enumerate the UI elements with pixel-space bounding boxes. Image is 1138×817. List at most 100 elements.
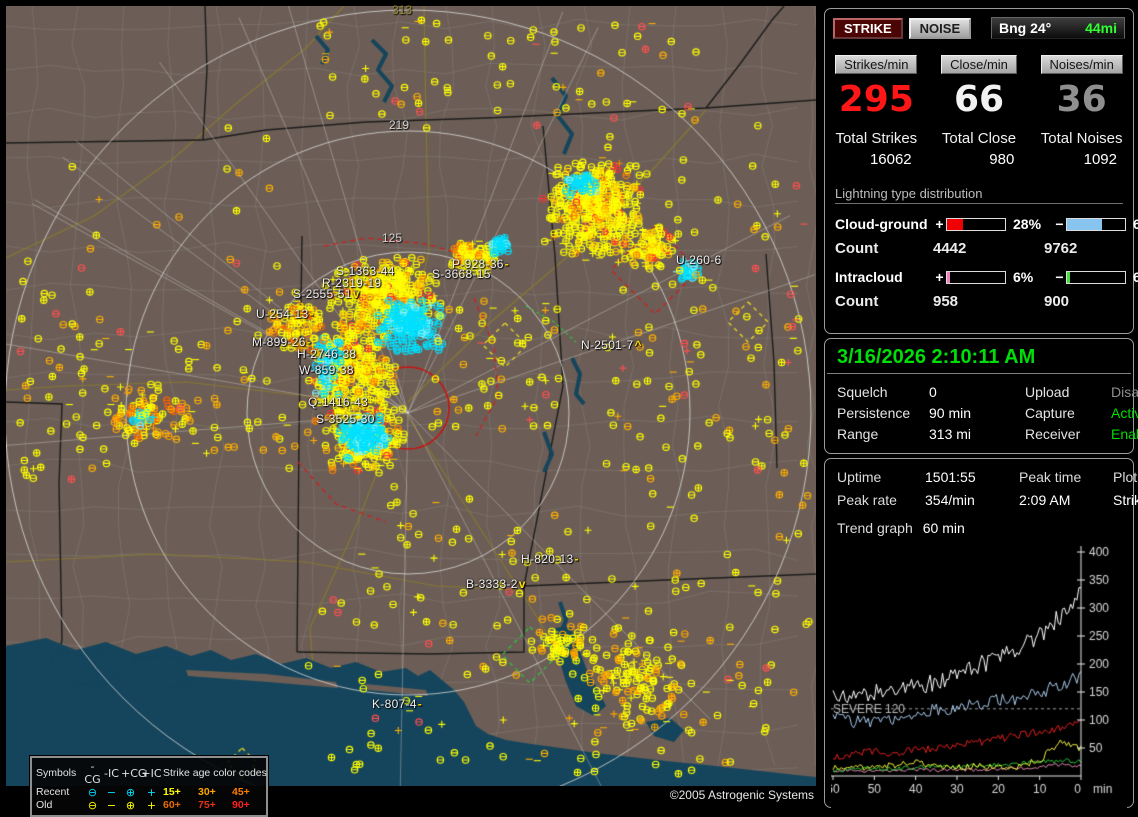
ic-neg-old-icon: − xyxy=(102,799,121,812)
cg-pos-recent-icon: ⊕ xyxy=(121,786,140,799)
legend-col-cg-neg: -CG xyxy=(83,760,102,786)
ic-plus-count: 958 xyxy=(933,293,1044,310)
age-code-90: 90+ xyxy=(232,799,262,812)
trend-graph-chart xyxy=(831,540,1127,808)
strikes-rate-value: 295 xyxy=(825,76,928,124)
capture-status: Active xyxy=(1111,405,1138,421)
age-code-15: 15+ xyxy=(163,786,198,799)
age-code-30: 30+ xyxy=(198,786,232,799)
current-datetime: 3/16/2026 2:10:11 AM xyxy=(827,339,1131,374)
legend-row-old-label: Old xyxy=(36,799,83,812)
cg-neg-old-icon: ⊖ xyxy=(83,799,102,812)
intracloud-count-row: Count 958 900 xyxy=(835,293,1123,310)
trend-graph-header: Trend graph 60 min xyxy=(825,508,1133,536)
upload-status: Disabled xyxy=(1111,384,1138,400)
noises-column: Noises/min 36 Total Noises 1092 xyxy=(1030,55,1133,168)
total-noises-label: Total Noises xyxy=(1030,130,1133,147)
app-window: S-1363-44R-2319-19S-2555-51vU-254-13-M-8… xyxy=(0,0,1138,812)
bearing-readout: Bng 24° 44mi xyxy=(991,17,1125,39)
session-trend-panel: Uptime 1501:55 Peak time Plot Peak rate … xyxy=(824,458,1134,808)
trend-window-value: 60 min xyxy=(923,520,965,536)
plot-label: Plot xyxy=(1113,469,1138,485)
plot-value: Strike xyxy=(1113,492,1138,508)
time-settings-panel: 3/16/2026 2:10:11 AM Squelch 0 Upload Di… xyxy=(824,338,1134,454)
persistence-label: Persistence xyxy=(837,405,929,421)
strikes-per-min-tag[interactable]: Strikes/min xyxy=(835,55,917,74)
persistence-value: 90 min xyxy=(929,405,1025,421)
intracloud-row: Intracloud + 6% − 6% xyxy=(835,269,1123,285)
cloud-ground-label: Cloud-ground xyxy=(835,216,933,232)
distribution-title: Lightning type distribution xyxy=(835,186,1123,204)
close-column: Close/min 66 Total Close 980 xyxy=(928,55,1031,168)
intracloud-label: Intracloud xyxy=(835,269,933,285)
rate-stats: Strikes/min 295 Total Strikes 16062 Clos… xyxy=(825,55,1133,168)
map-legend: Symbols -CG -IC +CG +IC Strike age color… xyxy=(30,756,268,817)
peak-rate-label: Peak rate xyxy=(837,492,925,508)
ic-minus-bar xyxy=(1066,271,1126,284)
receiver-status: Enabled xyxy=(1111,426,1138,442)
plus-sign: + xyxy=(933,216,946,232)
squelch-label: Squelch xyxy=(837,384,929,400)
count-label: Count xyxy=(835,240,933,257)
cg-plus-pct: 28% xyxy=(1008,216,1053,232)
lightning-type-distribution: Lightning type distribution Cloud-ground… xyxy=(835,186,1123,310)
total-strikes-value: 16062 xyxy=(825,151,928,168)
strikes-column: Strikes/min 295 Total Strikes 16062 xyxy=(825,55,928,168)
count-label: Count xyxy=(835,293,933,310)
strike-mode-button[interactable]: STRIKE xyxy=(833,18,903,39)
cg-minus-count: 9762 xyxy=(1044,240,1123,257)
total-close-value: 980 xyxy=(928,151,1031,168)
noise-mode-button[interactable]: NOISE xyxy=(909,18,971,39)
ic-neg-recent-icon: − xyxy=(102,786,121,799)
map-canvas[interactable] xyxy=(6,6,816,786)
legend-symbols-header: Symbols xyxy=(36,767,83,780)
legend-col-cg-pos: +CG xyxy=(121,767,140,780)
peak-time-value: 2:09 AM xyxy=(1019,492,1113,508)
range-label: Range xyxy=(837,426,929,442)
bearing-value: Bng 24° xyxy=(999,20,1051,36)
bearing-distance: 44mi xyxy=(1085,20,1117,36)
uptime-value: 1501:55 xyxy=(925,469,1019,485)
peak-rate-value: 354/min xyxy=(925,492,1019,508)
trend-graph-label: Trend graph xyxy=(837,520,913,536)
ic-minus-pct: 6% xyxy=(1128,269,1138,285)
close-rate-value: 66 xyxy=(928,76,1031,124)
ic-pos-old-icon: + xyxy=(140,799,163,812)
peak-time-label: Peak time xyxy=(1019,469,1113,485)
cloud-ground-count-row: Count 4442 9762 xyxy=(835,240,1123,257)
cg-minus-bar xyxy=(1066,218,1126,231)
cg-plus-bar xyxy=(946,218,1006,231)
age-code-45: 45+ xyxy=(232,786,262,799)
receiver-settings: Squelch 0 Upload Disabled Persistence 90… xyxy=(825,374,1133,452)
total-noises-value: 1092 xyxy=(1030,151,1133,168)
ic-pos-recent-icon: + xyxy=(140,786,163,799)
uptime-label: Uptime xyxy=(837,469,925,485)
minus-sign: − xyxy=(1053,269,1066,285)
legend-col-ic-pos: +IC xyxy=(140,767,163,780)
ic-minus-count: 900 xyxy=(1044,293,1123,310)
receiver-label: Receiver xyxy=(1025,426,1111,442)
squelch-value: 0 xyxy=(929,384,1025,400)
close-per-min-tag[interactable]: Close/min xyxy=(941,55,1017,74)
legend-row-recent-label: Recent xyxy=(36,786,83,799)
cloud-ground-row: Cloud-ground + 28% − 61% xyxy=(835,216,1123,232)
legend-age-header: Strike age color codes xyxy=(163,767,262,780)
minus-sign: − xyxy=(1053,216,1066,232)
age-code-75: 75+ xyxy=(198,799,232,812)
stats-panel: STRIKE NOISE Bng 24° 44mi Strikes/min 29… xyxy=(824,8,1134,334)
session-stats: Uptime 1501:55 Peak time Plot Peak rate … xyxy=(825,459,1133,508)
cg-minus-pct: 61% xyxy=(1128,216,1138,232)
upload-label: Upload xyxy=(1025,384,1111,400)
age-code-60: 60+ xyxy=(163,799,198,812)
cg-neg-recent-icon: ⊖ xyxy=(83,786,102,799)
mode-toolbar: STRIKE NOISE Bng 24° 44mi xyxy=(825,9,1133,39)
total-strikes-label: Total Strikes xyxy=(825,130,928,147)
legend-col-ic-neg: -IC xyxy=(102,767,121,780)
lightning-map: S-1363-44R-2319-19S-2555-51vU-254-13-M-8… xyxy=(6,6,816,786)
ic-plus-bar xyxy=(946,271,1006,284)
noises-per-min-tag[interactable]: Noises/min xyxy=(1041,55,1123,74)
copyright-text: ©2005 Astrogenic Systems xyxy=(600,788,814,802)
cg-plus-count: 4442 xyxy=(933,240,1044,257)
total-close-label: Total Close xyxy=(928,130,1031,147)
noises-rate-value: 36 xyxy=(1030,76,1133,124)
